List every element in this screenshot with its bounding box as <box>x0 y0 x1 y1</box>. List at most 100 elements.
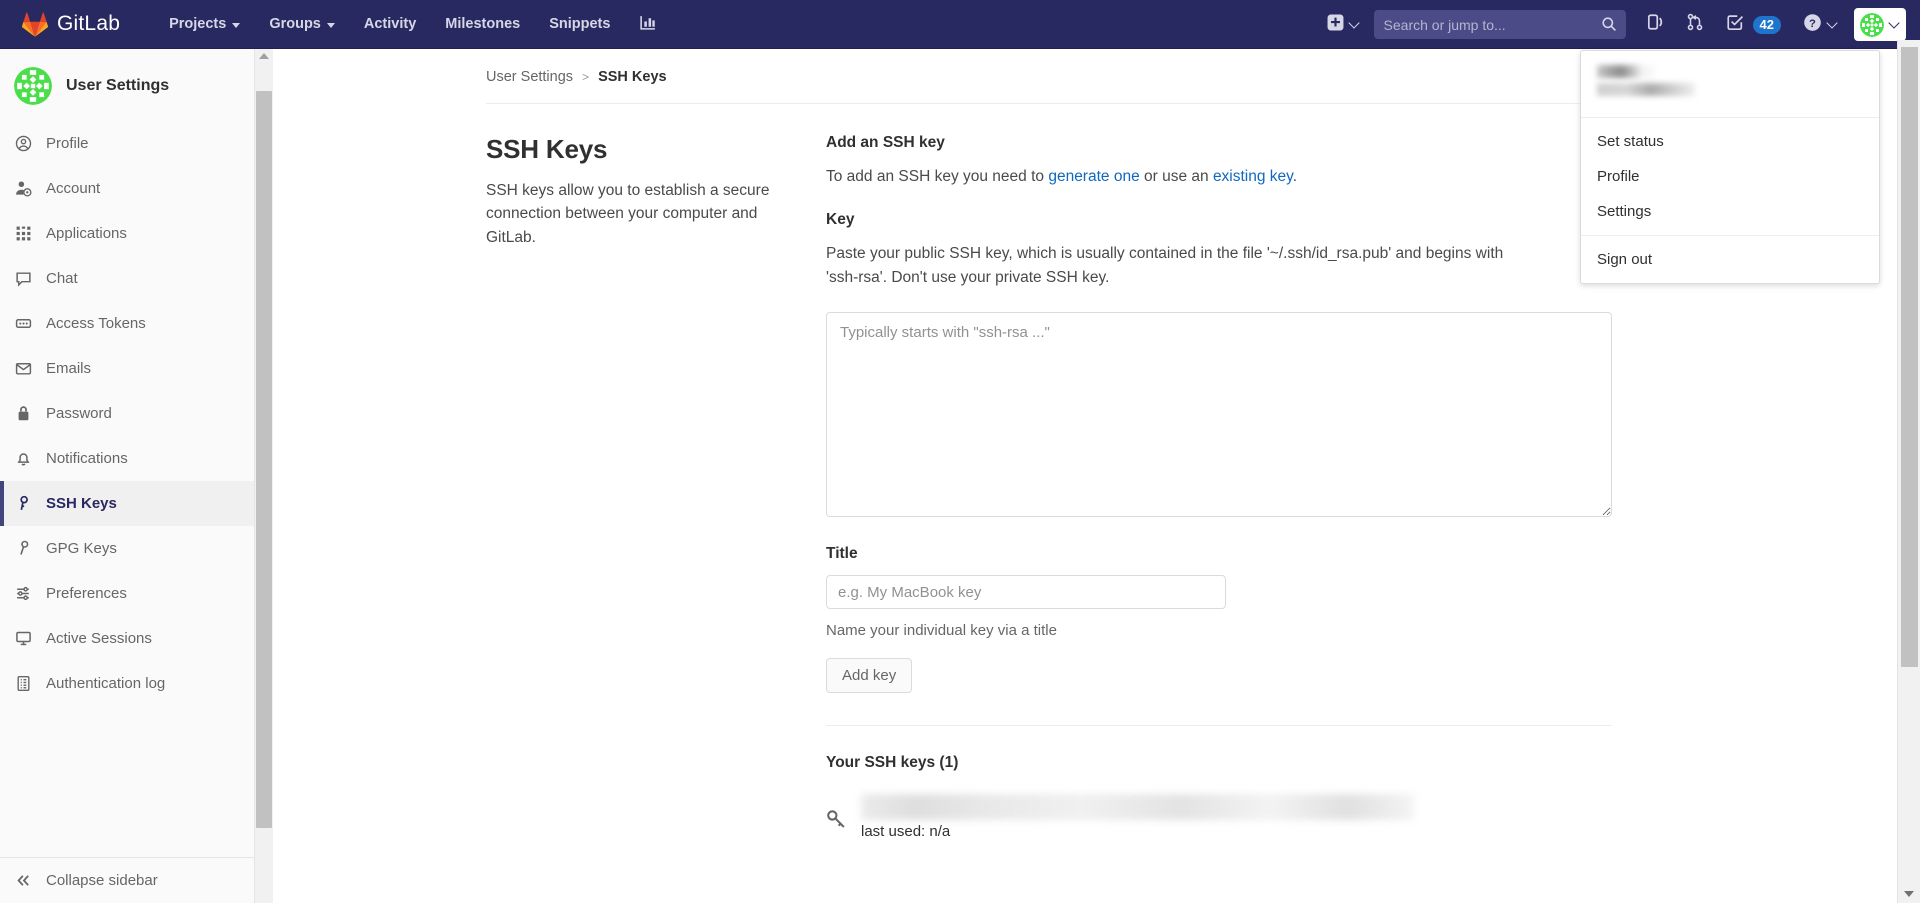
dropdown-main-section: Set status Profile Settings <box>1581 118 1879 235</box>
nav-item-projects-label: Projects <box>169 16 227 32</box>
monitor-icon <box>14 630 32 648</box>
breadcrumb-current[interactable]: SSH Keys <box>598 69 667 85</box>
gitlab-logo-link[interactable]: GitLab <box>22 12 120 37</box>
keys-list-divider <box>826 725 1612 727</box>
sidebar-item-profile[interactable]: Profile <box>0 121 254 166</box>
search-box[interactable] <box>1373 10 1626 39</box>
user-menu-button[interactable] <box>1854 8 1906 41</box>
search-input[interactable] <box>1383 16 1616 33</box>
plus-square-icon <box>1327 14 1344 36</box>
comment-icon <box>14 270 32 288</box>
add-key-intro-after: . <box>1292 168 1298 185</box>
user-gear-icon <box>14 180 32 198</box>
dropdown-user-info[interactable] <box>1581 51 1879 118</box>
add-key-intro-before: To add an SSH key you need to <box>826 168 1049 185</box>
key-details: last used: n/a <box>861 794 1616 840</box>
sidebar-item-applications-label: Applications <box>46 225 127 242</box>
nav-item-milestones[interactable]: Milestones <box>432 2 533 46</box>
sidebar-item-emails-label: Emails <box>46 360 92 377</box>
brand-name: GitLab <box>57 12 121 35</box>
user-handle-redacted <box>1597 83 1695 96</box>
dropdown-item-sign-out[interactable]: Sign out <box>1581 242 1879 277</box>
merge-requests-button[interactable] <box>1676 5 1714 44</box>
todos-button[interactable]: 42 <box>1716 5 1791 44</box>
sidebar-item-authentication-log-label: Authentication log <box>46 675 166 692</box>
title-field-help: Name your individual key via a title <box>826 622 1057 640</box>
sidebar-item-account-label: Account <box>46 180 101 197</box>
new-dropdown-button[interactable] <box>1317 6 1368 44</box>
dropdown-item-settings[interactable]: Settings <box>1581 194 1879 229</box>
breadcrumb-separator-icon: > <box>582 70 590 84</box>
chevron-down-icon <box>1826 16 1838 29</box>
chevron-down-icon <box>1888 16 1900 29</box>
sidebar-item-notifications[interactable]: Notifications <box>0 436 254 481</box>
key-icon <box>826 808 848 835</box>
ssh-key-textarea[interactable] <box>826 312 1612 518</box>
sidebar-item-account[interactable]: Account <box>0 166 254 211</box>
nav-item-snippets-label: Snippets <box>549 16 611 32</box>
key-field-help-line1: Paste your public SSH key, which is usua… <box>826 245 1504 263</box>
primary-nav: Projects Groups Activity Milestones Snip… <box>156 0 669 49</box>
sidebar-footer: Collapse sidebar <box>0 857 254 903</box>
sidebar-header[interactable]: User Settings <box>0 49 254 121</box>
sidebar-item-authentication-log[interactable]: Authentication log <box>0 661 254 706</box>
scroll-up-arrow-icon[interactable] <box>259 53 269 59</box>
user-identicon <box>1860 12 1884 37</box>
sidebar-scrollbar[interactable] <box>255 49 273 903</box>
nav-item-snippets[interactable]: Snippets <box>536 2 623 46</box>
nav-item-groups-label: Groups <box>269 16 321 32</box>
dropdown-item-profile[interactable]: Profile <box>1581 159 1879 194</box>
collapse-sidebar-button[interactable]: Collapse sidebar <box>0 858 254 903</box>
merge-request-icon <box>1686 13 1704 36</box>
nav-item-analytics[interactable] <box>626 0 669 49</box>
double-chevron-left-icon <box>14 872 32 890</box>
dropdown-item-set-status[interactable]: Set status <box>1581 124 1879 159</box>
nav-item-milestones-label: Milestones <box>445 16 521 32</box>
sidebar-item-password-label: Password <box>46 405 112 422</box>
existing-key-link[interactable]: existing key <box>1213 168 1293 185</box>
sidebar-item-gpg-keys-label: GPG Keys <box>46 540 117 557</box>
svg-text:?: ? <box>1809 17 1816 29</box>
scroll-down-arrow-icon[interactable] <box>1904 891 1914 897</box>
title-field-label: Title <box>826 545 858 563</box>
add-ssh-key-form: Add an SSH key To add an SSH key you nee… <box>826 134 1616 840</box>
key-field-help: Paste your public SSH key, which is usua… <box>826 242 1616 290</box>
sidebar-item-gpg-keys[interactable]: GPG Keys <box>0 526 254 571</box>
add-key-button[interactable]: Add key <box>826 658 913 694</box>
user-circle-icon <box>14 135 32 153</box>
sidebar-item-chat[interactable]: Chat <box>0 256 254 301</box>
key-outline-icon <box>14 540 32 558</box>
grid-apps-icon <box>14 225 32 243</box>
sidebar-item-active-sessions[interactable]: Active Sessions <box>0 616 254 661</box>
add-key-intro-middle: or use an <box>1139 168 1213 185</box>
sidebar-item-profile-label: Profile <box>46 135 89 152</box>
help-dropdown-button[interactable]: ? <box>1793 5 1846 45</box>
token-icon <box>14 315 32 333</box>
breadcrumb-root[interactable]: User Settings <box>486 69 573 85</box>
sidebar-item-access-tokens[interactable]: Access Tokens <box>0 301 254 346</box>
page-scrollbar-thumb[interactable] <box>1901 47 1918 667</box>
list-item[interactable]: last used: n/a <box>826 794 1616 840</box>
sidebar-scrollbar-thumb[interactable] <box>256 91 272 828</box>
sidebar-item-applications[interactable]: Applications <box>0 211 254 256</box>
nav-item-groups[interactable]: Groups <box>256 2 348 46</box>
sidebar-item-emails[interactable]: Emails <box>0 346 254 391</box>
sliders-icon <box>14 585 32 603</box>
key-field-label: Key <box>826 211 855 229</box>
sidebar-item-chat-label: Chat <box>46 270 78 287</box>
sidebar-item-preferences[interactable]: Preferences <box>0 571 254 616</box>
sidebar-item-password[interactable]: Password <box>0 391 254 436</box>
sidebar-item-access-tokens-label: Access Tokens <box>46 315 146 332</box>
sidebar-item-ssh-keys-label: SSH Keys <box>46 495 117 512</box>
title-input[interactable] <box>826 575 1226 610</box>
page-description: SSH keys allow you to establish a secure… <box>486 182 770 246</box>
question-circle-icon: ? <box>1803 13 1822 37</box>
nav-item-activity[interactable]: Activity <box>351 2 429 46</box>
key-last-used: last used: n/a <box>861 823 951 841</box>
nav-item-projects[interactable]: Projects <box>156 2 253 46</box>
dropdown-signout-section: Sign out <box>1581 235 1879 283</box>
issues-button[interactable] <box>1636 5 1674 44</box>
sidebar-item-ssh-keys[interactable]: SSH Keys <box>0 481 254 526</box>
generate-one-link[interactable]: generate one <box>1048 168 1139 185</box>
page-scrollbar[interactable] <box>1897 40 1920 903</box>
